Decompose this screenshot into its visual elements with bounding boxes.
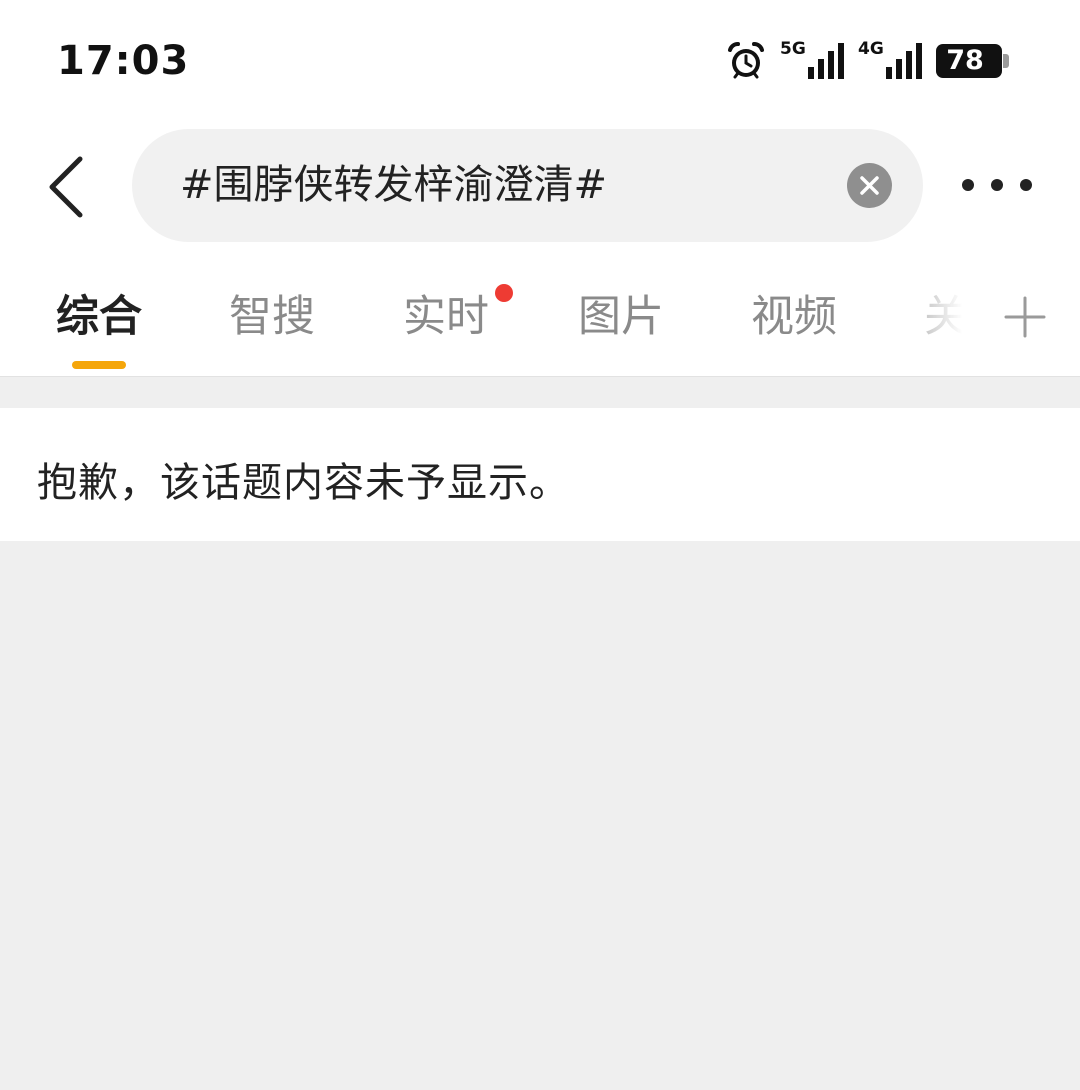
close-icon (860, 176, 879, 195)
search-input[interactable]: #围脖侠转发梓渝澄清# (132, 129, 923, 242)
notice-message: 抱歉，该话题内容未予显示。 (37, 460, 570, 506)
tab-divider (0, 376, 1080, 377)
network-type-label: 4G (858, 39, 884, 59)
search-query: #围脖侠转发梓渝澄清# (180, 162, 608, 208)
status-icons: 5G 4G 78 (726, 39, 1009, 82)
tab-images[interactable]: 图片 (578, 288, 664, 346)
add-tab-button[interactable] (1003, 295, 1047, 339)
tab-smart-search[interactable]: 智搜 (229, 288, 315, 346)
alarm-clock-icon (728, 42, 764, 79)
top-panel: 17:03 5G 4G 78 #围脖侠转发梓渝澄清# 综合 智搜 实时 图片 视… (0, 0, 1080, 377)
active-tab-indicator (72, 361, 126, 369)
dot (962, 179, 974, 191)
signal-bars-icon (808, 43, 844, 79)
new-content-dot (495, 284, 513, 302)
tab-videos[interactable]: 视频 (751, 288, 837, 346)
chevron-left-icon (49, 156, 83, 218)
battery-indicator: 78 (936, 44, 1009, 78)
tab-follow[interactable]: 关 (924, 288, 967, 346)
dot (991, 179, 1003, 191)
more-options-button[interactable] (962, 165, 1032, 205)
status-time: 17:03 (57, 38, 190, 84)
tab-comprehensive[interactable]: 综合 (56, 288, 142, 346)
signal-bars-icon (886, 43, 922, 79)
plus-icon (1004, 296, 1046, 338)
notice-card: 抱歉，该话题内容未予显示。 (0, 408, 1080, 541)
signal-5g: 5G (780, 39, 844, 81)
tab-realtime[interactable]: 实时 (403, 288, 489, 346)
signal-4g: 4G (858, 39, 922, 81)
dot (1020, 179, 1032, 191)
clear-search-button[interactable] (847, 163, 892, 208)
back-button[interactable] (40, 152, 96, 222)
network-type-label: 5G (780, 39, 806, 59)
